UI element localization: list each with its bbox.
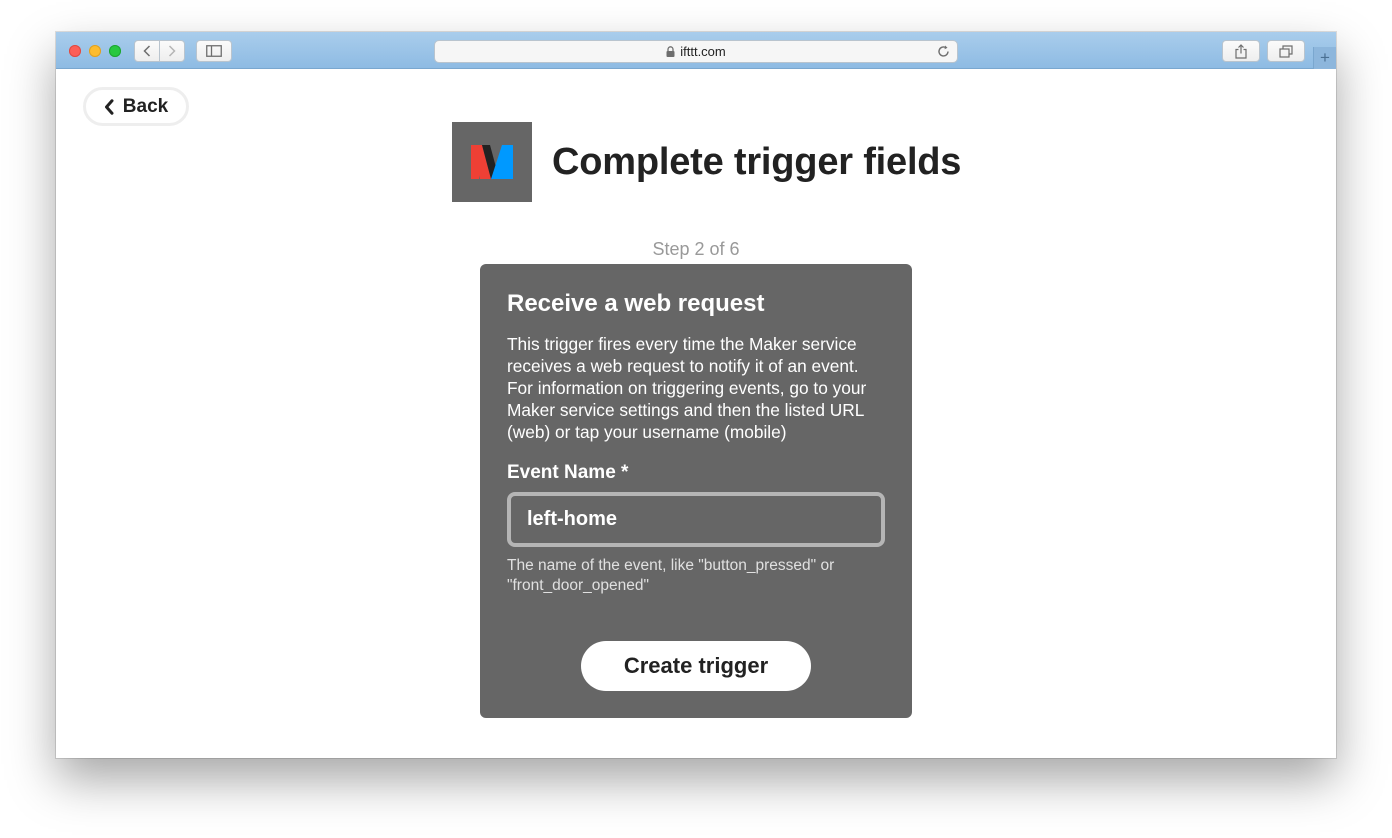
page-content: Back Complete trigger fields Step 2 of 6… xyxy=(56,69,1336,758)
page-header: Complete trigger fields xyxy=(452,121,961,203)
new-tab-button[interactable]: + xyxy=(1313,47,1336,69)
tabs-overview-button[interactable] xyxy=(1267,40,1305,62)
back-button[interactable]: Back xyxy=(83,87,189,126)
trigger-title: Receive a web request xyxy=(507,290,765,317)
address-bar[interactable]: ifttt.com xyxy=(434,40,958,63)
chevron-left-icon xyxy=(104,98,114,115)
reload-icon[interactable] xyxy=(936,44,951,59)
minimize-window-button[interactable] xyxy=(89,45,101,57)
step-indicator: Step 2 of 6 xyxy=(652,239,740,259)
event-name-label: Event Name * xyxy=(507,462,629,483)
maker-service-logo xyxy=(452,122,532,202)
share-icon xyxy=(1235,43,1247,59)
sidebar-icon xyxy=(206,45,222,57)
maximize-window-button[interactable] xyxy=(109,45,121,57)
lock-icon xyxy=(666,46,675,57)
close-window-button[interactable] xyxy=(69,45,81,57)
page-title: Complete trigger fields xyxy=(552,140,962,183)
chevron-left-icon xyxy=(143,45,151,57)
event-name-help: The name of the event, like "button_pres… xyxy=(507,557,835,594)
plus-icon: + xyxy=(1320,48,1330,67)
browser-toolbar: ifttt.com + xyxy=(56,32,1336,69)
tabs-icon xyxy=(1279,44,1293,58)
share-button[interactable] xyxy=(1222,40,1260,62)
browser-back-button[interactable] xyxy=(134,40,160,62)
back-label: Back xyxy=(122,95,169,117)
sidebar-toggle-button[interactable] xyxy=(196,40,232,62)
browser-forward-button[interactable] xyxy=(159,40,185,62)
browser-window: ifttt.com + Back Complete trigger fields… xyxy=(56,32,1336,758)
trigger-description: This trigger fires every time the Maker … xyxy=(507,334,867,442)
trigger-card: Receive a web request This trigger fires… xyxy=(480,264,912,718)
maker-logo-icon xyxy=(471,145,513,179)
event-name-value: left-home xyxy=(527,508,617,530)
history-nav xyxy=(134,40,185,62)
address-url: ifttt.com xyxy=(680,44,726,59)
create-trigger-button[interactable]: Create trigger xyxy=(581,641,811,691)
event-name-input[interactable]: left-home xyxy=(507,492,885,547)
chevron-right-icon xyxy=(168,45,176,57)
